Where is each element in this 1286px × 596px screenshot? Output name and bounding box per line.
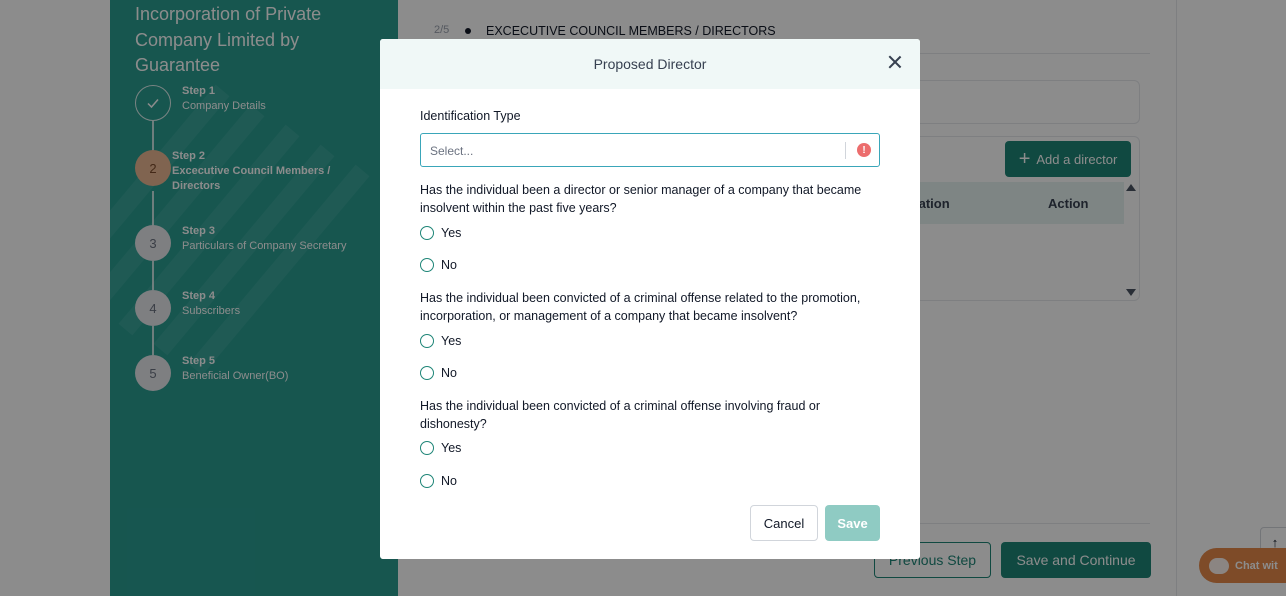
- radio-q3-yes[interactable]: Yes: [420, 441, 461, 455]
- radio-label: Yes: [441, 334, 462, 348]
- radio-label: No: [441, 366, 457, 380]
- radio-q1-no[interactable]: No: [420, 258, 457, 272]
- question-insolvent-director: Has the individual been a director or se…: [420, 183, 862, 215]
- radio-label: No: [441, 258, 457, 272]
- modal-title: Proposed Director: [593, 56, 707, 72]
- error-icon: !: [857, 143, 871, 157]
- radio-label: No: [441, 474, 457, 488]
- select-placeholder: Select...: [430, 144, 474, 158]
- radio-button[interactable]: [420, 474, 434, 488]
- radio-button[interactable]: [420, 258, 434, 272]
- close-icon[interactable]: [888, 55, 902, 69]
- identification-type-label: Identification Type: [420, 109, 521, 123]
- radio-q2-yes[interactable]: Yes: [420, 334, 461, 348]
- radio-q2-no[interactable]: No: [420, 366, 457, 380]
- modal-header: Proposed Director: [380, 39, 920, 89]
- proposed-director-modal: Proposed Director Identification Type Se…: [380, 39, 920, 559]
- radio-button[interactable]: [420, 441, 434, 455]
- radio-button[interactable]: [420, 366, 434, 380]
- radio-button[interactable]: [420, 226, 434, 240]
- identification-type-select[interactable]: Select... !: [420, 133, 880, 167]
- cancel-button[interactable]: Cancel: [750, 505, 818, 541]
- radio-button[interactable]: [420, 334, 434, 348]
- radio-label: Yes: [441, 441, 462, 455]
- question-criminal-offense-company: Has the individual been convicted of a c…: [420, 291, 861, 323]
- radio-q1-yes[interactable]: Yes: [420, 226, 461, 240]
- question-fraud-dishonesty: Has the individual been convicted of a c…: [420, 399, 820, 431]
- radio-q3-no[interactable]: No: [420, 474, 457, 488]
- save-button[interactable]: Save: [825, 505, 880, 541]
- select-divider: [845, 142, 846, 159]
- radio-label: Yes: [441, 226, 462, 240]
